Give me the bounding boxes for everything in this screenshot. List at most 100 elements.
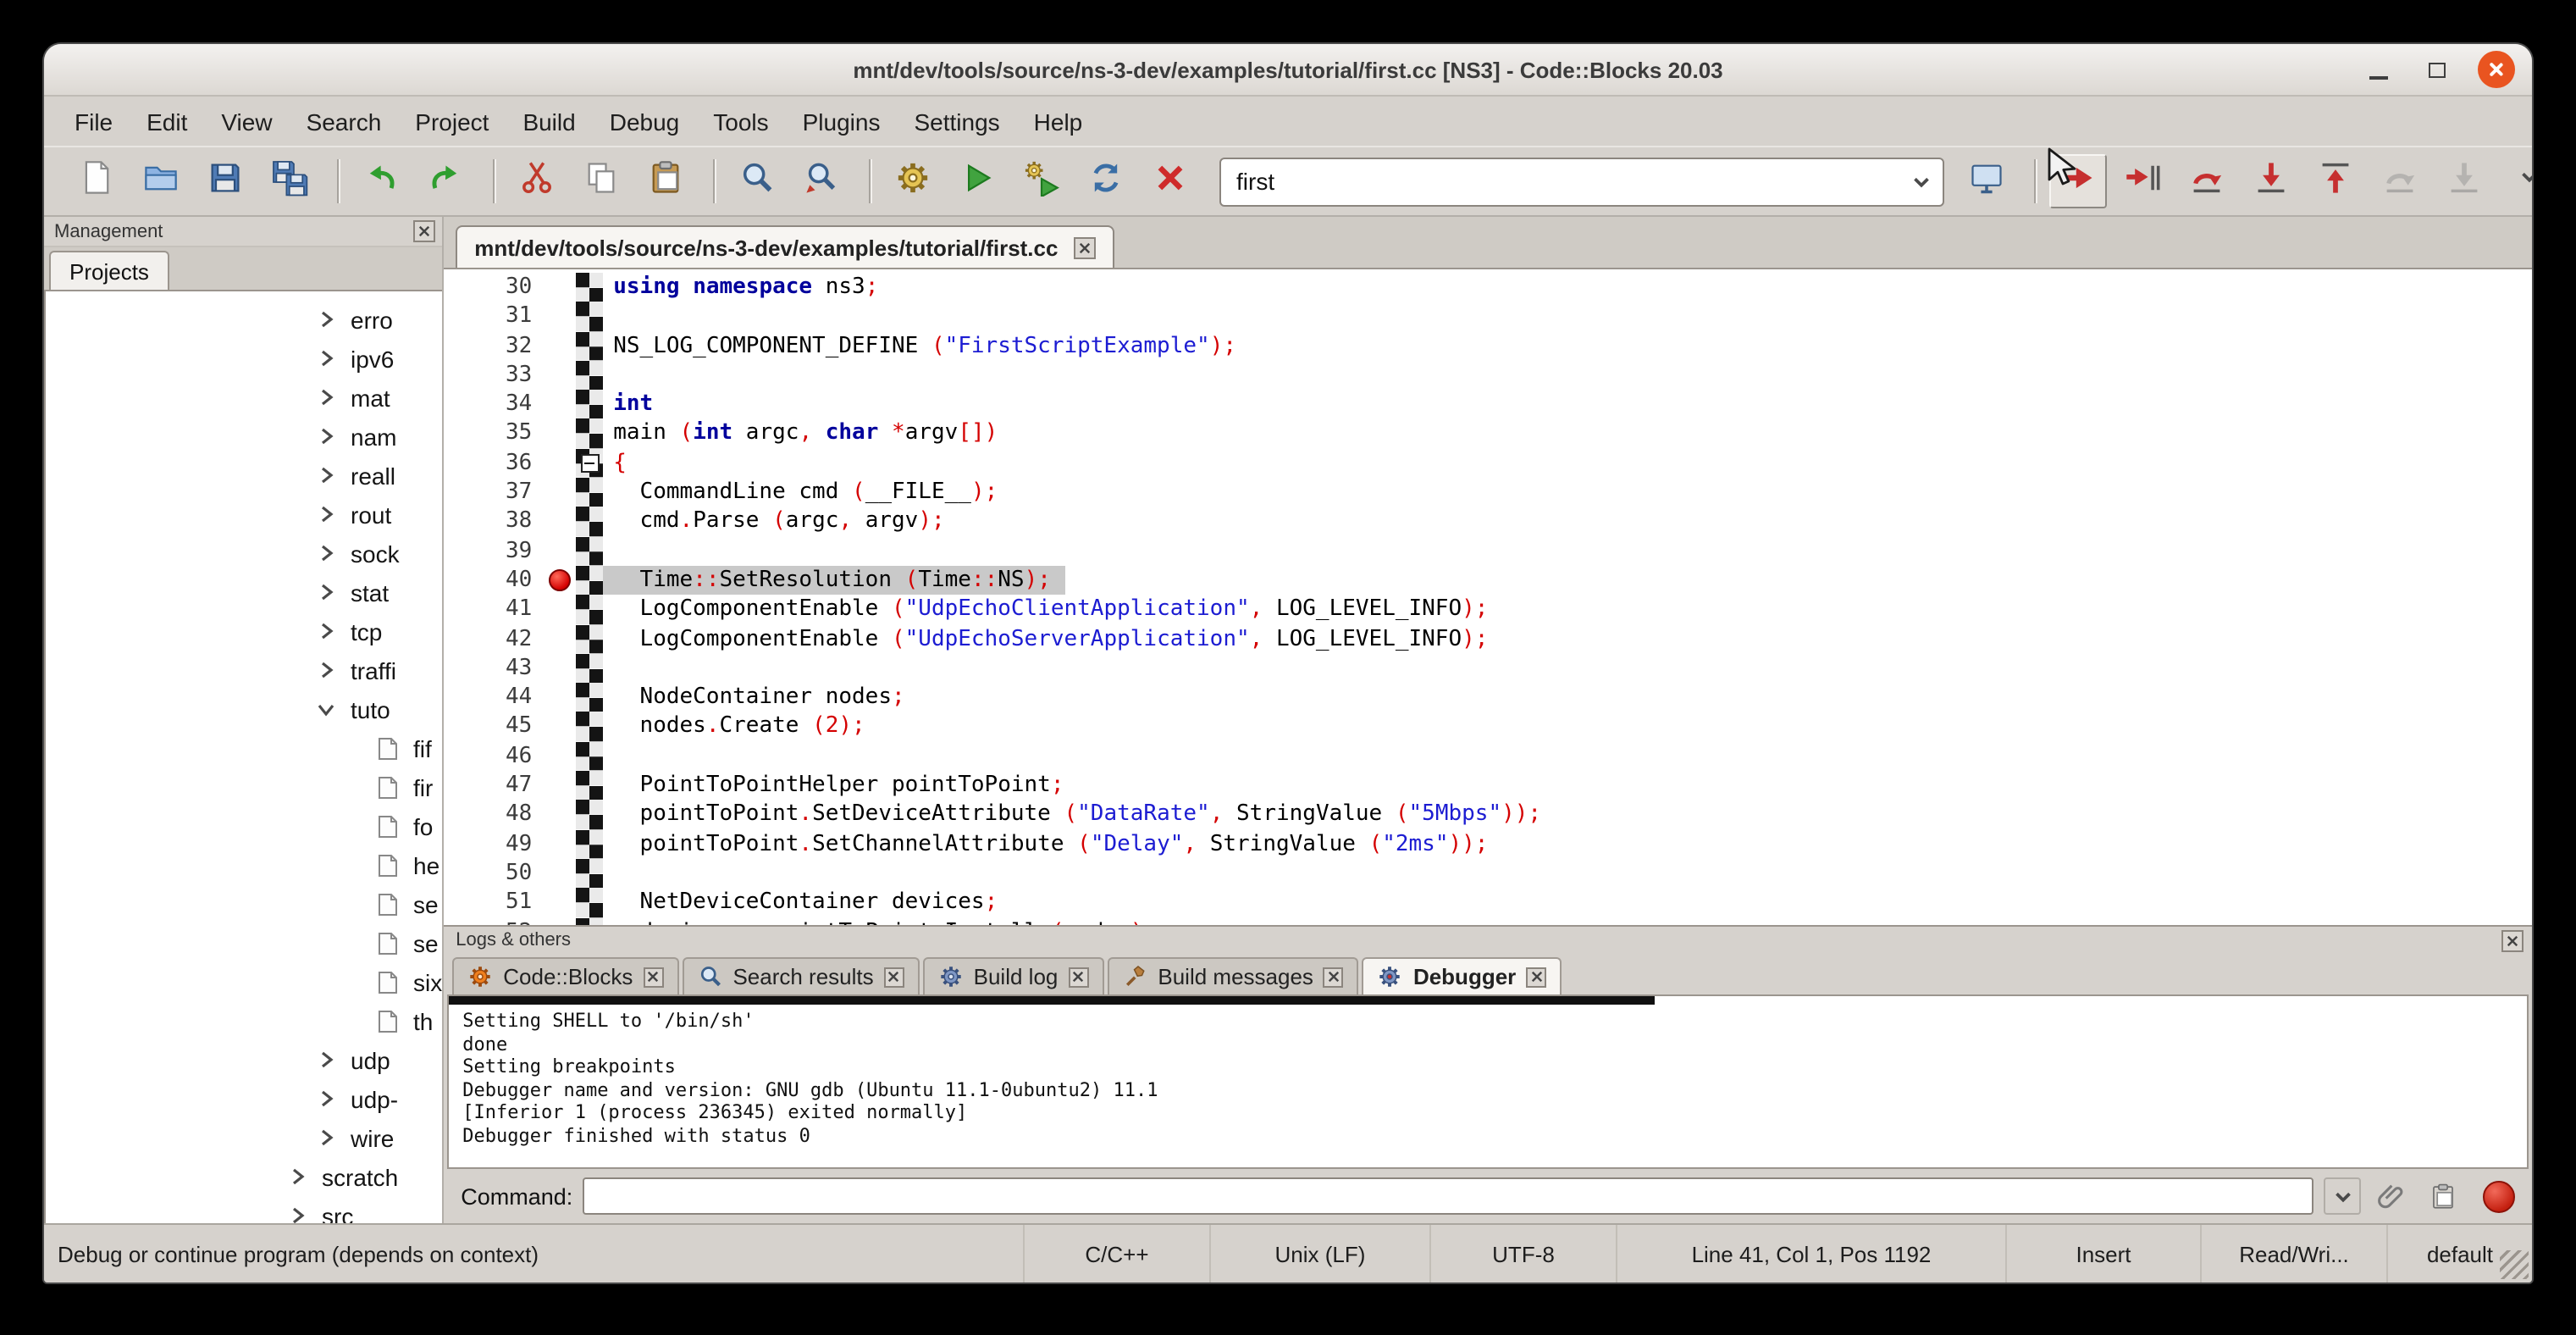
chevron-right-icon[interactable]	[308, 310, 342, 329]
breakpoint-marker[interactable]	[549, 569, 571, 591]
breakpoint-margin[interactable]	[545, 478, 576, 507]
command-history-dropdown[interactable]	[2324, 1177, 2361, 1215]
step-out-button[interactable]	[2307, 154, 2364, 208]
tab-close-button[interactable]	[643, 967, 663, 987]
menu-search[interactable]: Search	[290, 101, 399, 141]
cut-button[interactable]	[508, 154, 566, 208]
menu-view[interactable]: View	[204, 101, 289, 141]
find-button[interactable]	[728, 154, 786, 208]
fold-margin[interactable]	[576, 917, 603, 925]
line-number[interactable]: 43	[444, 654, 545, 684]
line-number[interactable]: 40	[444, 566, 545, 595]
tree-item-traffi[interactable]: traffi	[46, 651, 442, 690]
menu-debug[interactable]: Debug	[593, 101, 697, 141]
run-to-cursor-button[interactable]	[2114, 154, 2171, 208]
chevron-right-icon[interactable]	[308, 427, 342, 446]
line-number[interactable]: 52	[444, 917, 545, 925]
menu-edit[interactable]: Edit	[130, 101, 204, 141]
breakpoint-margin[interactable]	[545, 331, 576, 361]
chevron-right-icon[interactable]	[308, 1050, 342, 1069]
chevron-right-icon[interactable]	[308, 466, 342, 485]
logs-tab-search-results[interactable]: Search results	[682, 957, 919, 994]
management-close-button[interactable]	[413, 220, 435, 242]
tree-item-src[interactable]: src	[46, 1196, 442, 1223]
build-and-run-button[interactable]	[1013, 154, 1070, 208]
line-number[interactable]: 48	[444, 800, 545, 830]
line-number[interactable]: 35	[444, 419, 545, 449]
fold-margin[interactable]	[576, 390, 603, 419]
copy-button[interactable]	[572, 154, 630, 208]
line-number[interactable]: 51	[444, 888, 545, 917]
save-button[interactable]	[196, 154, 254, 208]
tree-item-udp[interactable]: udp-	[46, 1079, 442, 1118]
tree-item-six[interactable]: six	[46, 962, 442, 1001]
tree-item-wire[interactable]: wire	[46, 1118, 442, 1157]
titlebar[interactable]: mnt/dev/tools/source/ns-3-dev/examples/t…	[44, 44, 2532, 97]
logs-tab-build-log[interactable]: Build log	[923, 957, 1104, 994]
tab-close-button[interactable]	[1324, 967, 1344, 987]
breakpoint-margin[interactable]	[545, 302, 576, 332]
menu-tools[interactable]: Tools	[696, 101, 785, 141]
tree-item-erro[interactable]: erro	[46, 300, 442, 339]
line-number[interactable]: 42	[444, 624, 545, 654]
next-instruction-button[interactable]	[2371, 154, 2429, 208]
line-number[interactable]: 38	[444, 507, 545, 537]
chevron-right-icon[interactable]	[279, 1206, 313, 1223]
logs-close-button[interactable]	[2501, 929, 2523, 951]
debugger-log[interactable]: Setting SHELL to '/bin/sh'doneSetting br…	[447, 994, 2529, 1169]
line-number[interactable]: 30	[444, 273, 545, 302]
breakpoint-margin[interactable]	[545, 273, 576, 302]
copy-log-button[interactable]	[2422, 1176, 2463, 1216]
attach-button[interactable]	[2371, 1176, 2412, 1216]
close-button[interactable]	[2478, 51, 2515, 88]
breakpoint-margin[interactable]	[545, 859, 576, 889]
line-number[interactable]: 34	[444, 390, 545, 419]
breakpoint-margin[interactable]	[545, 449, 576, 479]
line-number[interactable]: 36	[444, 449, 545, 479]
tree-item-he[interactable]: he	[46, 845, 442, 884]
chevron-right-icon[interactable]	[308, 622, 342, 640]
fold-margin[interactable]	[576, 302, 603, 332]
next-line-button[interactable]	[2178, 154, 2236, 208]
line-number[interactable]: 47	[444, 771, 545, 800]
step-into-instruction-button[interactable]	[2435, 154, 2493, 208]
breakpoint-margin[interactable]	[545, 742, 576, 772]
fold-margin[interactable]	[576, 683, 603, 712]
chevron-right-icon[interactable]	[308, 505, 342, 523]
chevron-right-icon[interactable]	[308, 1128, 342, 1147]
breakpoint-margin[interactable]	[545, 390, 576, 419]
paste-button[interactable]	[637, 154, 694, 208]
tree-item-se[interactable]: se	[46, 923, 442, 962]
chevron-right-icon[interactable]	[308, 388, 342, 407]
tab-projects[interactable]: Projects	[49, 251, 169, 290]
breakpoint-margin[interactable]	[545, 536, 576, 566]
breakpoint-margin[interactable]	[545, 654, 576, 684]
chevron-right-icon[interactable]	[308, 544, 342, 562]
logs-tab-build-messages[interactable]: Build messages	[1107, 957, 1359, 994]
tree-item-udp[interactable]: udp	[46, 1040, 442, 1079]
build-target-combobox[interactable]: first	[1219, 157, 1944, 206]
save-all-button[interactable]	[261, 154, 318, 208]
breakpoint-margin[interactable]	[545, 712, 576, 742]
line-number[interactable]: 41	[444, 595, 545, 625]
menu-project[interactable]: Project	[398, 101, 506, 141]
redo-button[interactable]	[417, 154, 474, 208]
open-file-button[interactable]	[132, 154, 190, 208]
tree-item-ipv6[interactable]: ipv6	[46, 339, 442, 378]
breakpoint-margin[interactable]	[545, 917, 576, 925]
code-editor[interactable]: 30using namespace ns3;3132NS_LOG_COMPONE…	[444, 269, 2532, 925]
tree-item-rout[interactable]: rout	[46, 495, 442, 534]
tree-item-nam[interactable]: nam	[46, 417, 442, 456]
line-number[interactable]: 46	[444, 742, 545, 772]
tree-item-se[interactable]: se	[46, 884, 442, 923]
tree-item-tcp[interactable]: tcp	[46, 612, 442, 651]
new-file-button[interactable]	[68, 154, 125, 208]
menu-file[interactable]: File	[58, 101, 130, 141]
fold-margin[interactable]	[576, 331, 603, 361]
chevron-right-icon[interactable]	[279, 1167, 313, 1186]
fold-margin[interactable]	[576, 712, 603, 742]
line-number[interactable]: 31	[444, 302, 545, 332]
tree-item-scratch[interactable]: scratch	[46, 1157, 442, 1196]
line-number[interactable]: 32	[444, 331, 545, 361]
breakpoint-margin[interactable]	[545, 683, 576, 712]
